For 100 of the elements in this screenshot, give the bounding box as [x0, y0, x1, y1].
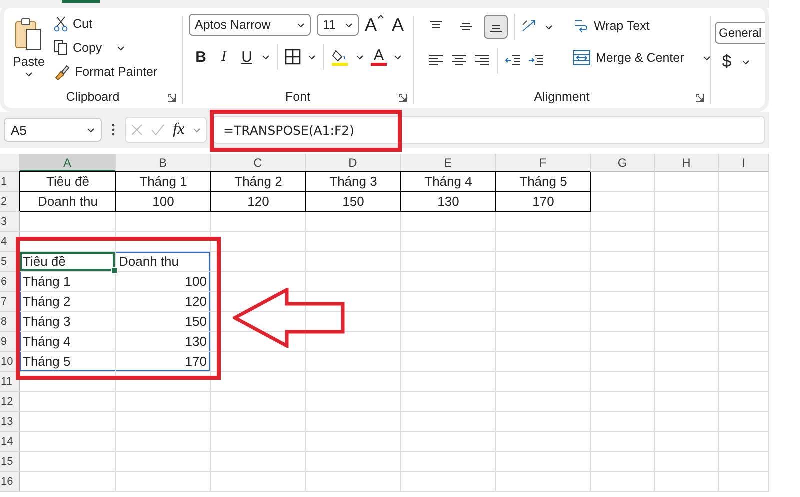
table-cell: [719, 352, 769, 372]
table-cell: Tháng 3: [20, 312, 116, 332]
caret-icon: [308, 54, 316, 60]
table-cell: [591, 192, 655, 212]
column-header[interactable]: E: [401, 154, 496, 172]
table-cell: [655, 452, 719, 472]
table-cell: [719, 412, 769, 432]
table-cell: Tháng 4: [401, 172, 496, 192]
copy-button[interactable]: Copy: [54, 38, 158, 58]
table-cell: [655, 192, 719, 212]
column-header[interactable]: A: [20, 154, 116, 172]
table-cell: [719, 192, 769, 212]
row-header[interactable]: 11: [0, 372, 20, 392]
table-cell: [655, 232, 719, 252]
merge-center-button[interactable]: Merge & Center: [573, 48, 712, 68]
row-header[interactable]: 13: [0, 412, 20, 432]
table-cell: Tháng 4: [20, 332, 116, 352]
table-cell: 100: [116, 192, 211, 212]
table-cell: [655, 472, 719, 492]
insert-function-button[interactable]: fx: [173, 121, 185, 139]
caret-icon: [262, 54, 270, 60]
caret-icon: [117, 46, 126, 50]
table-cell: [655, 412, 719, 432]
row-header[interactable]: 14: [0, 432, 20, 452]
table-cell: [719, 432, 769, 452]
underline-button[interactable]: U: [239, 48, 255, 66]
font-size-dropdown[interactable]: 11: [317, 14, 359, 36]
currency-button[interactable]: $: [719, 52, 735, 72]
italic-button[interactable]: I: [216, 48, 232, 66]
table-cell: [591, 472, 655, 492]
align-center-icon[interactable]: [451, 54, 467, 68]
column-header[interactable]: H: [655, 154, 719, 172]
row-header[interactable]: 1: [0, 172, 20, 192]
caret-icon: [297, 22, 305, 28]
row-header[interactable]: 16: [0, 472, 20, 492]
bold-button[interactable]: B: [193, 48, 209, 66]
table-cell: [655, 372, 719, 392]
formula-input[interactable]: =TRANSPOSE(A1:F2): [212, 116, 765, 144]
caret-icon: [345, 22, 353, 28]
name-box[interactable]: A5: [4, 118, 102, 142]
table-cell: [591, 292, 655, 312]
table-cell: [655, 432, 719, 452]
table-cell: 100: [116, 272, 211, 292]
format-painter-button[interactable]: Format Painter: [54, 62, 158, 82]
font-color-button[interactable]: A: [371, 48, 387, 66]
row-header[interactable]: 12: [0, 392, 20, 412]
table-cell: Tháng 2: [211, 172, 306, 192]
row-header[interactable]: 2: [0, 192, 20, 212]
enter-check-icon[interactable]: [151, 124, 165, 136]
column-header[interactable]: F: [496, 154, 591, 172]
grow-font-button[interactable]: A: [365, 14, 384, 36]
table-cell: [591, 352, 655, 372]
cut-button[interactable]: Cut: [54, 14, 158, 34]
number-format-dropdown[interactable]: General: [715, 22, 765, 44]
row-header[interactable]: 15: [0, 452, 20, 472]
align-right-icon[interactable]: [474, 54, 490, 68]
table-cell: [655, 292, 719, 312]
column-header[interactable]: I: [719, 154, 769, 172]
dialog-launcher-icon[interactable]: [696, 94, 704, 102]
bottom-align-button[interactable]: [484, 15, 508, 39]
borders-icon[interactable]: [285, 49, 301, 65]
table-cell: [719, 372, 769, 392]
group-label: Clipboard: [66, 90, 120, 104]
column-header[interactable]: C: [211, 154, 306, 172]
column-header[interactable]: D: [306, 154, 401, 172]
wrap-text-button[interactable]: Wrap Text: [573, 16, 712, 36]
table-cell: Doanh thu: [116, 252, 211, 272]
paste-button[interactable]: Paste: [10, 14, 48, 86]
fill-handle[interactable]: [111, 267, 118, 274]
row-header[interactable]: 3: [0, 212, 20, 232]
table-cell: 130: [401, 192, 496, 212]
table-cell: [655, 172, 719, 192]
table-cell: Tháng 3: [306, 172, 401, 192]
table-cell: [591, 412, 655, 432]
more-options-icon[interactable]: [112, 124, 115, 136]
fill-color-icon[interactable]: [331, 48, 349, 66]
group-label: Alignment: [534, 90, 590, 104]
copy-icon: [54, 40, 68, 56]
table-cell: [591, 232, 655, 252]
table-cell: Tháng 2: [20, 292, 116, 312]
group-label: Font: [285, 90, 310, 104]
column-header[interactable]: B: [116, 154, 211, 172]
shrink-font-button[interactable]: A: [390, 14, 406, 36]
increase-indent-icon[interactable]: [528, 54, 544, 68]
align-left-icon[interactable]: [428, 54, 444, 68]
table-cell: [719, 452, 769, 472]
column-header[interactable]: G: [591, 154, 655, 172]
table-cell: Tiêu đề: [20, 172, 116, 192]
table-cell: [719, 312, 769, 332]
dialog-launcher-icon[interactable]: [168, 94, 176, 102]
table-cell: [591, 212, 655, 232]
active-tab-indicator: [62, 0, 100, 3]
caret-icon: [703, 56, 712, 60]
dialog-launcher-icon[interactable]: [399, 94, 407, 102]
table-cell: Tháng 1: [20, 272, 116, 292]
table-cell: [719, 332, 769, 352]
decrease-indent-icon[interactable]: [505, 54, 521, 68]
table-cell: [719, 292, 769, 312]
up-caret-icon: [378, 14, 384, 18]
font-name-dropdown[interactable]: Aptos Narrow: [189, 14, 311, 36]
